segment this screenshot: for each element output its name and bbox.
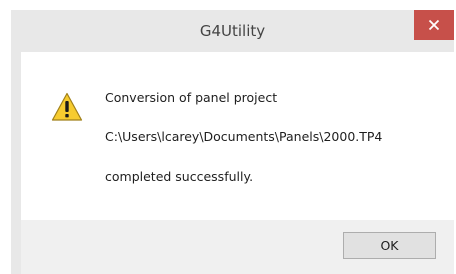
message-area: Conversion of panel project C:\Users\lca… (21, 52, 454, 220)
close-button[interactable] (414, 10, 454, 40)
message-line-3: completed successfully. (105, 169, 254, 184)
ok-button[interactable]: OK (343, 232, 436, 259)
message-line-1: Conversion of panel project (105, 90, 278, 105)
window-title: G4Utility (199, 22, 266, 40)
dialog-body: Conversion of panel project C:\Users\lca… (21, 52, 454, 274)
message-dialog: G4Utility Conversion of panel project C:… (11, 10, 454, 274)
warning-icon (51, 92, 83, 121)
title-bar[interactable]: G4Utility (11, 10, 454, 52)
message-file-path: C:\Users\lcarey\Documents\Panels\2000.TP… (105, 129, 383, 144)
close-icon (428, 19, 440, 31)
